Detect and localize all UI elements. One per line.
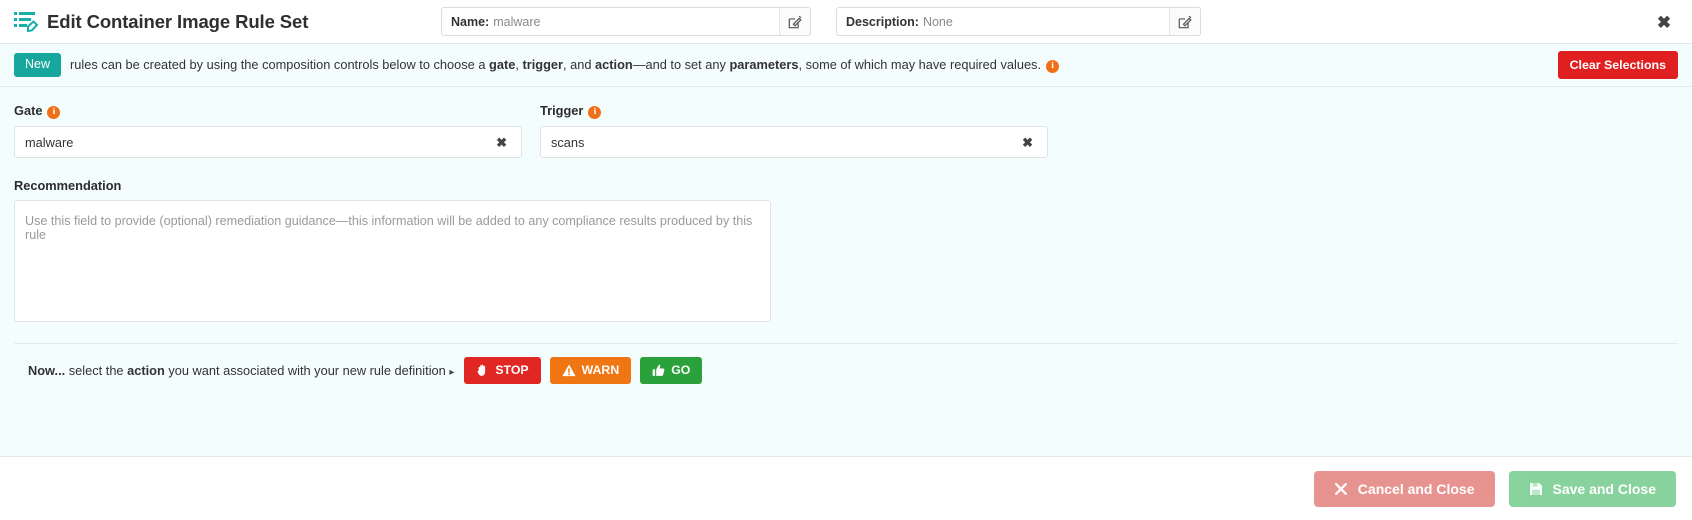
info-strip-text: rules can be created by using the compos…: [70, 57, 1059, 73]
warn-action-label: WARN: [582, 364, 620, 376]
gate-select[interactable]: malware ✖: [14, 126, 522, 158]
description-field-text: Description: None: [837, 8, 1169, 35]
gate-label: Gate: [14, 103, 42, 118]
warn-action-button[interactable]: WARN: [550, 357, 632, 384]
recommendation-label: Recommendation: [14, 178, 1678, 193]
info-text-action: action: [595, 57, 633, 72]
gate-selected-value: malware: [15, 135, 490, 150]
description-field-value: None: [923, 15, 953, 29]
edit-name-button[interactable]: [779, 8, 810, 35]
info-help-icon[interactable]: i: [1046, 60, 1059, 73]
action-row: Now... select the action you want associ…: [14, 344, 1678, 384]
edit-description-button[interactable]: [1169, 8, 1200, 35]
gate-clear-icon[interactable]: ✖: [490, 136, 521, 149]
action-text-now: Now...: [28, 363, 65, 378]
warning-triangle-icon: [562, 364, 576, 377]
info-text-gate: gate: [489, 57, 515, 72]
thumbs-up-icon: [652, 364, 665, 377]
dialog-footer: Cancel and Close Save and Close: [0, 456, 1692, 520]
trigger-block: Trigger i scans ✖: [540, 103, 1048, 158]
info-text-part1: rules can be created by using the compos…: [70, 57, 489, 72]
action-row-text: Now... select the action you want associ…: [28, 363, 454, 378]
info-text-trigger: trigger: [522, 57, 563, 72]
edit-rule-set-dialog: Edit Container Image Rule Set Name: malw…: [0, 0, 1692, 520]
name-field-text: Name: malware: [442, 8, 779, 35]
rule-set-edit-icon: [14, 11, 38, 33]
cancel-and-close-label: Cancel and Close: [1358, 482, 1475, 496]
page-title: Edit Container Image Rule Set: [47, 11, 308, 33]
action-text-mid1: select the: [65, 363, 127, 378]
pencil-square-icon: [788, 15, 802, 29]
trigger-label-group: Trigger i: [540, 103, 1048, 119]
trigger-clear-icon[interactable]: ✖: [1016, 136, 1047, 149]
go-action-button[interactable]: GO: [640, 357, 702, 384]
save-and-close-label: Save and Close: [1553, 482, 1657, 496]
trigger-selected-value: scans: [541, 135, 1016, 150]
name-field-label: Name:: [451, 15, 489, 29]
action-text-mid2: you want associated with your new rule d…: [165, 363, 450, 378]
clear-selections-button[interactable]: Clear Selections: [1558, 51, 1678, 79]
pencil-square-icon: [1178, 15, 1192, 29]
caret-right-icon: ▸: [449, 367, 454, 378]
stop-action-label: STOP: [495, 364, 528, 376]
description-field-label: Description:: [846, 15, 919, 29]
title-group: Edit Container Image Rule Set: [14, 11, 414, 33]
selector-row: Gatei malware ✖ Triggeri scans ✖: [14, 103, 1678, 158]
close-icon[interactable]: ✖: [1652, 10, 1676, 34]
new-badge: New: [14, 53, 61, 77]
save-and-close-button[interactable]: Save and Close: [1509, 471, 1677, 507]
trigger-info-icon[interactable]: i: [588, 106, 601, 119]
gate-info-icon[interactable]: i: [47, 106, 60, 119]
name-field-value: malware: [493, 15, 540, 29]
go-action-label: GO: [671, 364, 690, 376]
info-strip: New rules can be created by using the co…: [0, 44, 1692, 87]
trigger-label: Trigger: [540, 103, 583, 118]
hand-stop-icon: [476, 364, 489, 377]
gate-block: Gatei malware ✖: [14, 103, 522, 158]
stop-action-button[interactable]: STOP: [464, 357, 540, 384]
info-text-parameters: parameters: [729, 57, 798, 72]
floppy-save-icon: [1529, 482, 1543, 496]
name-field[interactable]: Name: malware: [441, 7, 811, 36]
cancel-and-close-button[interactable]: Cancel and Close: [1314, 471, 1495, 507]
close-x-icon: [1334, 482, 1348, 496]
info-text-part3: , some of which may have required values…: [798, 57, 1041, 72]
description-field[interactable]: Description: None: [836, 7, 1201, 36]
info-text-part2: —and to set any: [633, 57, 730, 72]
trigger-select[interactable]: scans ✖: [540, 126, 1048, 158]
dialog-header: Edit Container Image Rule Set Name: malw…: [0, 0, 1692, 44]
recommendation-input[interactable]: [14, 200, 771, 322]
info-text-sep2: , and: [563, 57, 595, 72]
gate-label-group: Gatei: [14, 103, 522, 119]
form-body: Gatei malware ✖ Triggeri scans ✖ Recomme…: [0, 87, 1692, 384]
action-text-action: action: [127, 363, 165, 378]
